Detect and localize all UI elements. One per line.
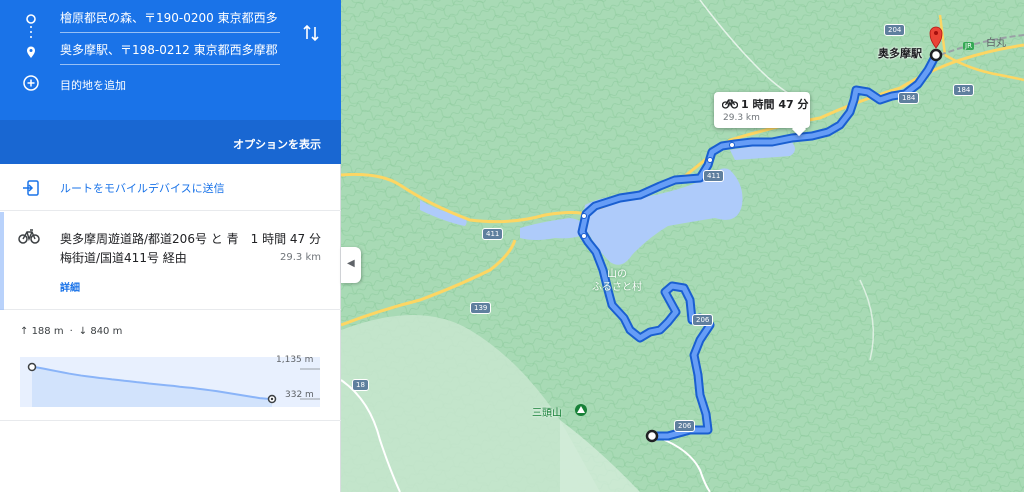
route-distance: 29.3 km — [280, 252, 321, 263]
origin-input[interactable]: 檜原都民の森、〒190-0200 東京都西多 — [60, 10, 280, 33]
bubble-distance: 29.3 km — [723, 113, 760, 123]
destination-input[interactable]: 奥多摩駅、〒198-0212 東京都西多摩郡 — [60, 42, 280, 65]
details-link[interactable]: 詳細 — [60, 279, 80, 294]
add-destination-button[interactable]: 目的地を追加 — [60, 77, 126, 93]
origin-circle-icon — [26, 14, 36, 24]
elevation-end-dot — [270, 397, 274, 401]
elevation-separator: · — [69, 326, 73, 337]
road-shield-184: 184 — [898, 92, 920, 104]
elevation-profile: ↑ 188 m · ↓ 840 m 1,135 m 332 m — [0, 311, 341, 421]
origin-row[interactable]: 檜原都民の森、〒190-0200 東京都西多 — [0, 8, 341, 44]
route-option-card[interactable]: 奥多摩周遊道路/都道206号 と 青梅街道/国道411号 経由 1 時間 47 … — [0, 212, 341, 310]
label-mitousan[interactable]: 三頭山 — [532, 404, 562, 419]
send-to-phone-icon — [23, 180, 39, 196]
elevation-stats: ↑ 188 m · ↓ 840 m — [20, 326, 128, 337]
directions-header: 檜原都民の森、〒190-0200 東京都西多 奥多摩駅、〒198-0212 東京… — [0, 0, 341, 120]
show-options-button[interactable]: オプションを表示 — [233, 136, 321, 152]
bicycle-icon — [18, 229, 40, 244]
road-shield-204: 204 — [884, 24, 906, 36]
road-shield-411: 411 — [482, 228, 504, 240]
label-shiromaru[interactable]: 白丸 — [986, 34, 1006, 49]
options-bar: オプションを表示 — [0, 120, 341, 164]
swap-arrows-icon[interactable] — [300, 22, 322, 44]
selected-route-accent — [0, 212, 4, 310]
ascent-value: ↑ 188 m — [20, 326, 64, 337]
road-shield-206: 206 — [692, 314, 714, 326]
collapse-panel-button[interactable]: ◀ — [341, 247, 361, 283]
add-circle-icon[interactable] — [22, 74, 40, 92]
route-duration: 1 時間 47 分 — [250, 232, 321, 246]
road-shield-206: 206 — [674, 420, 696, 432]
label-okutama-station[interactable]: 奥多摩駅 — [878, 45, 922, 61]
road-shield-411: 411 — [703, 170, 725, 182]
destination-pin-icon — [27, 46, 35, 58]
label-village[interactable]: 山の ふるさと村 — [592, 268, 642, 294]
road-shield-18: 18 — [352, 379, 369, 391]
destination-row[interactable]: 奥多摩駅、〒198-0212 東京都西多摩郡 — [0, 42, 341, 78]
label-jr: JR — [963, 42, 974, 50]
chevron-left-icon: ◀ — [347, 258, 355, 269]
route-info-bubble[interactable]: 1 時間 47 分 29.3 km — [714, 92, 810, 137]
elevation-min-label: 332 m — [285, 390, 314, 400]
bicycle-icon — [722, 99, 738, 109]
road-shield-184: 184 — [953, 84, 975, 96]
send-to-mobile-label: ルートをモバイルデバイスに送信 — [60, 182, 225, 195]
road-shield-139: 139 — [470, 302, 492, 314]
elevation-start-marker — [27, 362, 37, 372]
route-start-marker — [645, 429, 659, 443]
descent-value: ↓ 840 m — [78, 326, 123, 337]
mountain-peak-icon — [575, 404, 587, 416]
route-dots — [30, 26, 32, 41]
bubble-time: 1 時間 47 分 — [741, 98, 809, 111]
route-description: 奥多摩周遊道路/都道206号 と 青梅街道/国道411号 経由 — [60, 232, 239, 265]
route-end-marker — [929, 48, 943, 62]
send-to-mobile-row[interactable]: ルートをモバイルデバイスに送信 — [0, 165, 341, 211]
elevation-max-label: 1,135 m — [276, 355, 314, 365]
directions-panel: 檜原都民の森、〒190-0200 東京都西多 奥多摩駅、〒198-0212 東京… — [0, 0, 341, 492]
